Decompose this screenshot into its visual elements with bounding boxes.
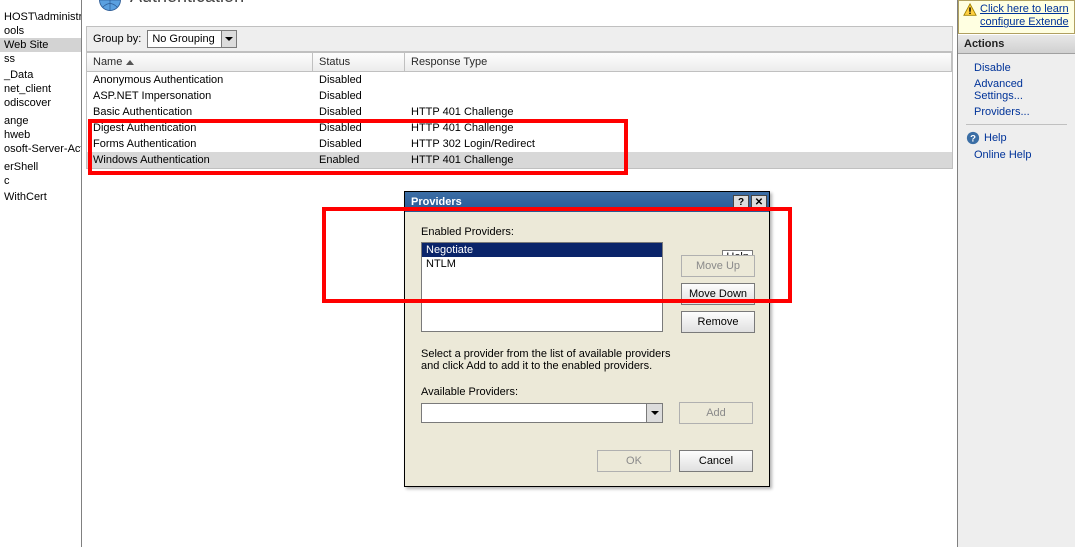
tree-item[interactable]: hweb xyxy=(0,128,81,142)
cell-name: Basic Authentication xyxy=(87,104,313,120)
cell-status: Disabled xyxy=(313,72,405,88)
cell-response: HTTP 302 Login/Redirect xyxy=(405,136,952,152)
tree-item[interactable]: ange xyxy=(0,114,81,128)
alert-link[interactable]: Click here to learn configure Extende xyxy=(980,3,1070,29)
tree-item[interactable]: HOST\administra xyxy=(0,10,81,24)
sort-asc-icon xyxy=(126,60,134,65)
table-row[interactable]: Digest AuthenticationDisabledHTTP 401 Ch… xyxy=(87,120,952,136)
disable-action[interactable]: Disable xyxy=(966,60,1067,76)
dialog-titlebar[interactable]: Providers ? ✕ xyxy=(405,192,769,212)
close-icon[interactable]: ✕ xyxy=(751,195,767,209)
cell-status: Disabled xyxy=(313,88,405,104)
alert-box[interactable]: Click here to learn configure Extende xyxy=(958,0,1075,34)
tree-item[interactable]: net_client xyxy=(0,82,81,96)
table-row[interactable]: Basic AuthenticationDisabledHTTP 401 Cha… xyxy=(87,104,952,120)
table-row[interactable]: Forms AuthenticationDisabledHTTP 302 Log… xyxy=(87,136,952,152)
tree-item[interactable]: WithCert xyxy=(0,190,81,204)
tree-item[interactable]: ools xyxy=(0,24,81,38)
providers-action[interactable]: Providers... xyxy=(966,104,1067,120)
cell-name: Forms Authentication xyxy=(87,136,313,152)
chevron-down-icon[interactable] xyxy=(221,30,237,48)
available-providers-label: Available Providers: xyxy=(421,386,753,398)
tree-item-selected[interactable]: Web Site xyxy=(0,38,81,52)
move-up-button[interactable]: Move Up xyxy=(681,255,755,277)
table-row[interactable]: Windows AuthenticationEnabledHTTP 401 Ch… xyxy=(87,152,952,168)
center-pane: Authentication Group by: No Grouping Nam… xyxy=(82,0,957,547)
header-response[interactable]: Response Type xyxy=(405,53,952,71)
header-status[interactable]: Status xyxy=(313,53,405,71)
cell-name: ASP.NET Impersonation xyxy=(87,88,313,104)
header-name-text: Name xyxy=(93,56,122,68)
help-label: Help xyxy=(984,132,1007,144)
list-item[interactable]: NTLM xyxy=(422,257,662,271)
cell-status: Disabled xyxy=(313,104,405,120)
tree-item[interactable]: ss xyxy=(0,52,81,66)
table-row[interactable]: Anonymous AuthenticationDisabled xyxy=(87,72,952,88)
table-header: Name Status Response Type xyxy=(87,53,952,72)
cell-response: HTTP 401 Challenge xyxy=(405,104,952,120)
auth-table: Name Status Response Type Anonymous Auth… xyxy=(86,52,953,169)
ok-button[interactable]: OK xyxy=(597,450,671,472)
cell-name: Windows Authentication xyxy=(87,152,313,168)
warning-icon xyxy=(963,3,977,17)
groupby-value: No Grouping xyxy=(152,33,214,45)
remove-button[interactable]: Remove xyxy=(681,311,755,333)
tree-item[interactable]: odiscover xyxy=(0,96,81,110)
page-title: Authentication xyxy=(130,0,244,7)
cell-status: Disabled xyxy=(313,120,405,136)
enabled-providers-label: Enabled Providers: xyxy=(421,226,753,238)
cell-status: Enabled xyxy=(313,152,405,168)
globe-icon xyxy=(96,0,124,14)
tree-item[interactable]: _Data xyxy=(0,68,81,82)
add-button[interactable]: Add xyxy=(679,402,753,424)
help-icon[interactable]: ? xyxy=(733,195,749,209)
cell-name: Digest Authentication xyxy=(87,120,313,136)
groupby-label: Group by: xyxy=(93,33,141,45)
tree-item[interactable]: erShell xyxy=(0,160,81,174)
dialog-hint: Select a provider from the list of avail… xyxy=(421,348,671,372)
list-item[interactable]: Negotiate xyxy=(422,243,662,257)
table-row[interactable]: ASP.NET ImpersonationDisabled xyxy=(87,88,952,104)
providers-dialog: Providers ? ✕ Help Enabled Providers: Ne… xyxy=(404,191,770,487)
tree-item[interactable]: c xyxy=(0,174,81,188)
connections-tree[interactable]: HOST\administra ools Web Site ss _Data n… xyxy=(0,0,82,547)
online-help-action[interactable]: Online Help xyxy=(966,147,1067,163)
cell-status: Disabled xyxy=(313,136,405,152)
cell-response: HTTP 401 Challenge xyxy=(405,120,952,136)
help-action[interactable]: ? Help xyxy=(966,129,1067,147)
cell-response: HTTP 401 Challenge xyxy=(405,152,952,168)
advanced-settings-action[interactable]: Advanced Settings... xyxy=(966,76,1067,104)
chevron-down-icon[interactable] xyxy=(646,404,662,422)
svg-text:?: ? xyxy=(970,134,976,145)
enabled-providers-list[interactable]: NegotiateNTLM xyxy=(421,242,663,332)
dialog-title: Providers xyxy=(411,196,731,208)
help-icon: ? xyxy=(966,131,980,145)
available-providers-select[interactable] xyxy=(421,403,663,423)
cell-name: Anonymous Authentication xyxy=(87,72,313,88)
groupby-bar: Group by: No Grouping xyxy=(86,26,953,52)
cancel-button[interactable]: Cancel xyxy=(679,450,753,472)
cell-response xyxy=(405,88,952,104)
groupby-select[interactable]: No Grouping xyxy=(147,30,237,48)
cell-response xyxy=(405,72,952,88)
separator xyxy=(966,124,1067,125)
actions-header: Actions xyxy=(958,34,1075,54)
tree-item[interactable]: osoft-Server-Act xyxy=(0,142,81,156)
actions-pane: Click here to learn configure Extende Ac… xyxy=(957,0,1075,547)
header-name[interactable]: Name xyxy=(87,53,313,71)
move-down-button[interactable]: Move Down xyxy=(681,283,755,305)
